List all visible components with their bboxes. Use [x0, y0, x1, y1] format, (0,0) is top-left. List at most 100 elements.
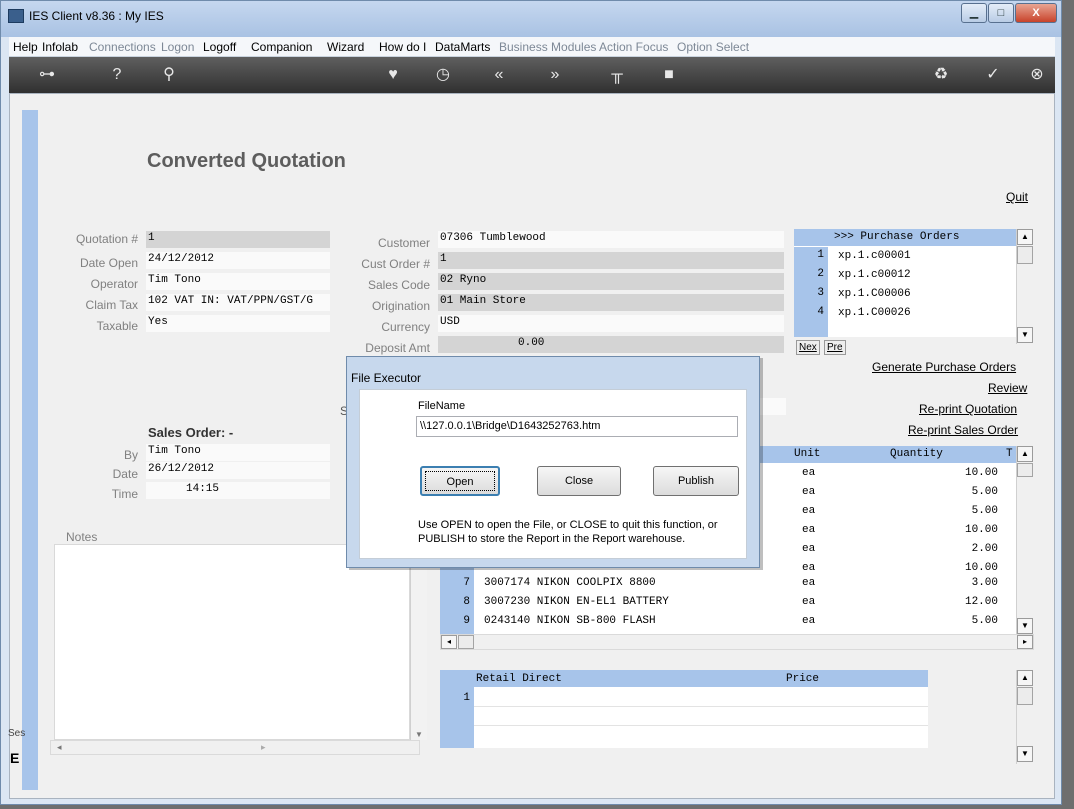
line-qty[interactable]: 5.00	[910, 505, 998, 517]
po-row-value[interactable]: xp.1.C00006	[838, 288, 911, 300]
line-qty[interactable]: 5.00	[910, 486, 998, 498]
time-field[interactable]: 14:15	[146, 482, 330, 499]
scroll-up-icon[interactable]: ▲	[1017, 229, 1033, 245]
notes-textarea[interactable]	[54, 544, 410, 740]
close-button[interactable]: Close	[537, 466, 621, 496]
menu-logoff[interactable]: Logoff	[203, 40, 236, 54]
scroll-down-icon[interactable]: ▼	[1017, 618, 1033, 634]
review-link[interactable]: Review	[988, 381, 1027, 395]
po-row-number: 3	[817, 287, 824, 299]
taxable-field[interactable]: Yes	[146, 315, 330, 332]
menu-action-focus[interactable]: Action Focus	[599, 40, 668, 54]
minimize-button[interactable]: ▁	[961, 3, 987, 23]
forward-icon[interactable]: »	[543, 65, 567, 85]
menu-connections[interactable]: Connections	[89, 40, 156, 54]
hscroll-thumb[interactable]	[458, 635, 474, 649]
generate-purchase-orders-link[interactable]: Generate Purchase Orders	[872, 360, 1016, 374]
lines-hscrollbar[interactable]: ◂ ▸	[440, 634, 1034, 650]
hidden-field[interactable]	[760, 398, 786, 415]
sales-order-title: Sales Order: -	[148, 425, 234, 440]
menu-option-select[interactable]: Option Select	[677, 40, 749, 54]
chevron-down-icon[interactable]: ▼	[415, 730, 423, 739]
sales-code-field[interactable]: 02 Ryno	[438, 273, 784, 290]
scroll-down-icon[interactable]: ▼	[1017, 746, 1033, 762]
clock-icon[interactable]: ◷	[431, 65, 455, 85]
recycle-icon[interactable]: ♻	[929, 65, 953, 85]
scroll-down-icon[interactable]: ▼	[1017, 327, 1033, 343]
quit-link[interactable]: Quit	[1006, 190, 1028, 204]
scroll-thumb[interactable]	[1017, 463, 1033, 477]
chevron-left-icon[interactable]: ◂	[57, 742, 62, 753]
line-qty[interactable]: 10.00	[910, 562, 998, 574]
operator-field[interactable]: Tim Tono	[146, 273, 330, 290]
po-row-value[interactable]: xp.1.C00026	[838, 307, 911, 319]
menu-business-modules[interactable]: Business Modules	[499, 40, 596, 54]
scroll-up-icon[interactable]: ▲	[1017, 670, 1033, 686]
reprint-sales-order-link[interactable]: Re-print Sales Order	[908, 423, 1018, 437]
line-unit: ea	[802, 577, 816, 589]
cust-order-field[interactable]: 1	[438, 252, 784, 269]
line-item[interactable]: 0243140 NIKON SB-800 FLASH	[484, 615, 656, 627]
retail-scrollbar[interactable]: ▲ ▼	[1016, 670, 1033, 764]
line-qty[interactable]: 10.00	[910, 524, 998, 536]
po-scrollbar[interactable]: ▲ ▼	[1016, 229, 1033, 344]
close-window-button[interactable]: X	[1015, 3, 1057, 23]
scroll-up-icon[interactable]: ▲	[1017, 446, 1033, 462]
menu-how-do-i[interactable]: How do I	[379, 40, 426, 54]
notes-scrollbar[interactable]: ▼	[410, 544, 427, 740]
line-qty[interactable]: 5.00	[910, 615, 998, 627]
claim-tax-field[interactable]: 102 VAT IN: VAT/PPN/GST/G	[146, 294, 330, 311]
search-icon[interactable]: ⚲	[157, 65, 181, 85]
menu-infolab[interactable]: Infolab	[42, 40, 78, 54]
customer-label: Customer	[377, 236, 430, 250]
line-item[interactable]: 3007230 NIKON EN-EL1 BATTERY	[484, 596, 669, 608]
scroll-left-icon[interactable]: ◂	[441, 635, 457, 649]
toolbar: ⊶ ? ⚲ ♥ ◷ « » ╥ ■ ♻ ✓ ⊗	[9, 57, 1055, 93]
maximize-button[interactable]: □	[988, 3, 1014, 23]
customer-field[interactable]: 07306 Tumblewood	[438, 231, 784, 248]
quotation-no-field[interactable]: 1	[146, 231, 330, 248]
menu-help[interactable]: Help	[13, 40, 38, 54]
origination-field[interactable]: 01 Main Store	[438, 294, 784, 311]
side-glyph: E	[10, 750, 20, 766]
key-icon[interactable]: ⊶	[29, 65, 65, 85]
line-unit: ea	[802, 524, 816, 536]
po-row-value[interactable]: xp.1.c00001	[838, 250, 911, 262]
line-qty[interactable]: 12.00	[910, 596, 998, 608]
filename-input[interactable]: \\127.0.0.1\Bridge\D1643252763.htm	[416, 416, 738, 437]
help-icon[interactable]: ?	[105, 65, 129, 85]
notes-hscrollbar[interactable]: ◂ ▸	[50, 740, 420, 755]
date-open-field[interactable]: 24/12/2012	[146, 252, 330, 269]
line-unit: ea	[802, 486, 816, 498]
heart-icon[interactable]: ♥	[381, 65, 405, 85]
line-qty[interactable]: 2.00	[910, 543, 998, 555]
by-field[interactable]: Tim Tono	[146, 444, 330, 461]
publish-button[interactable]: Publish	[653, 466, 739, 496]
back-icon[interactable]: «	[487, 65, 511, 85]
menu-datamarts[interactable]: DataMarts	[435, 40, 490, 54]
scroll-thumb[interactable]	[1017, 687, 1033, 705]
lines-scrollbar[interactable]: ▲ ▼	[1016, 446, 1033, 634]
exit-icon[interactable]: ⊗	[1025, 65, 1049, 85]
title-bar[interactable]: IES Client v8.36 : My IES ▁ □ X	[1, 1, 1061, 37]
check-icon[interactable]: ✓	[981, 65, 1005, 85]
po-row-value[interactable]: xp.1.c00012	[838, 269, 911, 281]
menu-wizard[interactable]: Wizard	[327, 40, 364, 54]
scroll-right-icon[interactable]: ▸	[1017, 635, 1033, 649]
menu-companion[interactable]: Companion	[251, 40, 312, 54]
menu-logon[interactable]: Logon	[161, 40, 194, 54]
tools-icon[interactable]: ╥	[605, 65, 629, 85]
currency-field[interactable]: USD	[438, 315, 784, 332]
line-item[interactable]: 3007174 NIKON COOLPIX 8800	[484, 577, 656, 589]
chevron-right-icon[interactable]: ▸	[261, 742, 266, 753]
line-qty[interactable]: 10.00	[910, 467, 998, 479]
open-button[interactable]: Open	[420, 466, 500, 496]
po-next-button[interactable]: Nex	[796, 340, 820, 355]
scroll-thumb[interactable]	[1017, 246, 1033, 264]
line-qty[interactable]: 3.00	[910, 577, 998, 589]
deposit-field[interactable]: 0.00	[438, 336, 784, 353]
date-field[interactable]: 26/12/2012	[146, 462, 330, 479]
page-icon[interactable]: ■	[657, 65, 681, 85]
reprint-quotation-link[interactable]: Re-print Quotation	[919, 402, 1017, 416]
po-prev-button[interactable]: Pre	[824, 340, 846, 355]
